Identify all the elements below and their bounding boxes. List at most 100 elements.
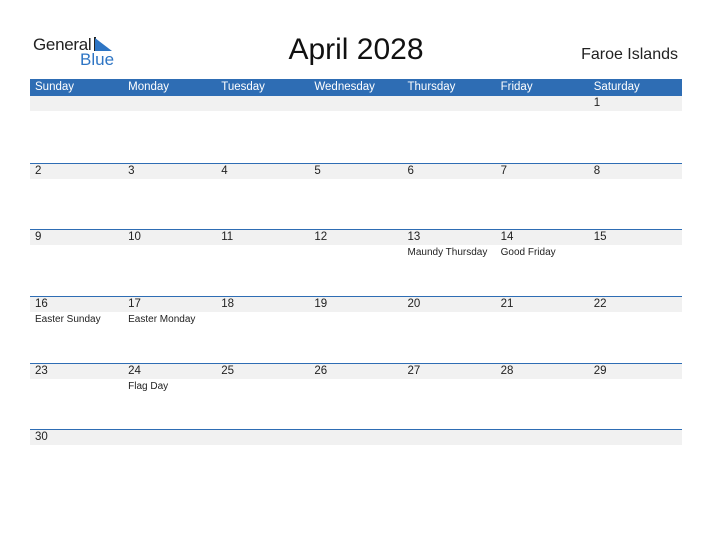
day-cell: 26 (309, 364, 402, 393)
day-cell: 3 (123, 164, 216, 179)
day-number: 26 (314, 364, 328, 377)
day-cell: 19 (309, 297, 402, 326)
week-row: 23 24 Flag Day 25 26 27 28 29 (30, 362, 682, 430)
day-number: 9 (35, 231, 42, 244)
day-cell: 15 (589, 230, 682, 259)
day-cell (403, 96, 496, 111)
day-cell: 17 Easter Monday (123, 297, 216, 326)
day-cell (30, 96, 123, 111)
week-row: 1 (30, 96, 682, 163)
day-cell: 4 (216, 164, 309, 179)
day-cell: 27 (403, 364, 496, 393)
day-number: 13 (407, 231, 421, 244)
day-cell: 1 (589, 96, 682, 111)
day-cell (123, 430, 216, 445)
day-number (501, 430, 589, 445)
day-number: 12 (314, 231, 328, 244)
day-number (128, 430, 216, 445)
day-cell: 10 (123, 230, 216, 259)
day-number (35, 96, 123, 111)
day-number: 15 (593, 231, 607, 244)
week-cells: 2 3 4 5 6 7 8 (30, 164, 682, 179)
weekday-label: Thursday (407, 81, 456, 93)
day-number (594, 430, 682, 445)
day-cell (403, 430, 496, 445)
day-cell: 24 Flag Day (123, 364, 216, 393)
day-cell: 16 Easter Sunday (30, 297, 123, 326)
day-number: 20 (407, 298, 421, 311)
calendar-grid: Sunday Monday Tuesday Wednesday Thursday… (30, 79, 682, 496)
day-cell (309, 96, 402, 111)
day-cell: 22 (589, 297, 682, 326)
holiday-label: Easter Monday (128, 314, 196, 326)
day-cell (216, 96, 309, 111)
day-number: 4 (221, 164, 228, 177)
week-row: 9 10 11 12 13 Maundy Thursday 14 Good Friday 15 (30, 229, 682, 296)
weekday-label: Sunday (35, 81, 75, 93)
day-cell: 7 (496, 164, 589, 179)
week-cells: 30 (30, 430, 682, 445)
day-number: 27 (407, 364, 421, 377)
day-cell: 21 (496, 297, 589, 326)
day-cell: 8 (589, 164, 682, 179)
day-number: 23 (35, 364, 48, 377)
day-number: 28 (500, 364, 514, 377)
day-number: 1 (593, 97, 601, 109)
week-cells: 1 (30, 96, 682, 111)
day-cell (496, 96, 589, 111)
day-cell: 20 (403, 297, 496, 326)
day-cell: 9 (30, 230, 123, 259)
day-cell: 5 (309, 164, 402, 179)
day-number: 19 (314, 298, 328, 311)
weekday-label: Tuesday (221, 81, 265, 93)
day-number (314, 430, 402, 445)
holiday-label: Flag Day (128, 380, 169, 392)
holiday-label: Easter Sunday (35, 314, 101, 326)
week-cells: 16 Easter Sunday 17 Easter Monday 18 19 20 21 22 (30, 297, 682, 326)
week-cells: 23 24 Flag Day 25 26 27 28 29 (30, 364, 682, 393)
day-number: 22 (593, 298, 607, 311)
day-number (408, 430, 496, 445)
day-cell (123, 96, 216, 111)
day-cell: 25 (216, 364, 309, 393)
day-cell: 12 (309, 230, 402, 259)
weeks-container: 1 2 3 4 5 6 7 8 9 10 11 12 13 Maundy Thursday 14 Good F… (30, 96, 682, 496)
day-number: 21 (500, 298, 514, 311)
day-number (314, 96, 402, 111)
day-number (128, 96, 216, 111)
day-cell: 23 (30, 364, 123, 393)
day-number: 3 (128, 164, 135, 177)
day-number: 7 (500, 164, 508, 177)
day-number (221, 96, 309, 111)
day-cell: 2 (30, 164, 123, 179)
country-label: Faroe Islands (581, 46, 678, 63)
weekday-header: Sunday Monday Tuesday Wednesday Thursday… (30, 79, 682, 96)
day-number: 2 (35, 164, 42, 177)
day-number: 25 (221, 364, 235, 377)
week-row: 2 3 4 5 6 7 8 (30, 162, 682, 230)
day-cell (496, 430, 589, 445)
week-row: 16 Easter Sunday 17 Easter Monday 18 19 20 21 22 (30, 296, 682, 363)
day-cell: 30 (30, 430, 123, 445)
day-cell: 29 (589, 364, 682, 393)
weekday-label: Friday (500, 81, 533, 93)
holiday-label: Good Friday (500, 247, 556, 259)
day-cell (589, 430, 682, 445)
day-number: 17 (128, 298, 141, 311)
day-cell: 28 (496, 364, 589, 393)
day-cell: 14 Good Friday (496, 230, 589, 259)
day-cell (216, 430, 309, 445)
day-cell: 11 (216, 230, 309, 259)
day-cell: 18 (216, 297, 309, 326)
week-cells: 9 10 11 12 13 Maundy Thursday 14 Good Friday 15 (30, 230, 682, 259)
weekday-label: Wednesday (314, 81, 375, 93)
holiday-label: Maundy Thursday (407, 247, 488, 259)
day-number: 16 (35, 298, 48, 311)
day-number: 29 (593, 364, 607, 377)
week-row: 30 (30, 429, 682, 496)
day-cell: 6 (403, 164, 496, 179)
day-cell (309, 430, 402, 445)
day-cell: 13 Maundy Thursday (403, 230, 496, 259)
day-number: 5 (314, 164, 321, 177)
day-number (501, 96, 589, 111)
